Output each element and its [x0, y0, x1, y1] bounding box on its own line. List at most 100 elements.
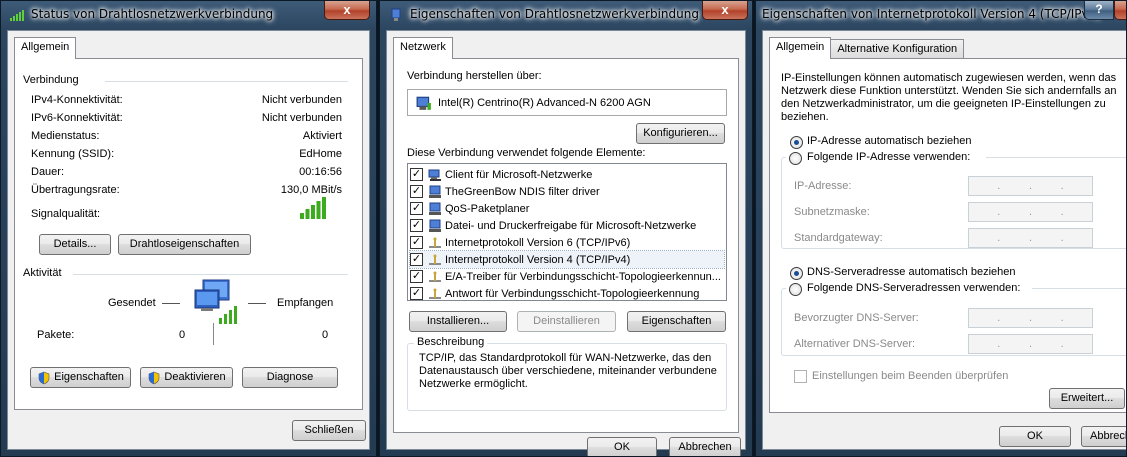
ok-button[interactable]: OK	[587, 437, 657, 456]
packets-sent-value: 0	[179, 329, 186, 341]
validate-label: Einstellungen beim Beenden überprüfen	[812, 370, 1009, 382]
ip-manual-label: Folgende IP-Adresse verwenden:	[807, 151, 971, 163]
cancel-button[interactable]: Abbrech	[1081, 426, 1126, 447]
status-window: Status von Drahtlosnetzwerkverbindung x …	[0, 0, 377, 457]
list-item[interactable]: ✓ TheGreenBow NDIS filter driver	[410, 183, 724, 200]
list-item[interactable]: ✓ QoS-Paketplaner	[410, 200, 724, 217]
signal-label: Signalqualität:	[31, 208, 101, 220]
adapter-name: Intel(R) Centrino(R) Advanced-N 6200 AGN	[438, 96, 651, 109]
item-checkbox[interactable]: ✓	[410, 253, 423, 266]
list-item-label: Antwort für Verbindungsschicht-Topologie…	[445, 287, 700, 300]
title-bar[interactable]: Eigenschaften von Drahtlosnetzwerkverbin…	[380, 1, 752, 29]
status-row-value: Nicht verbunden	[261, 94, 342, 106]
window-title: Eigenschaften von Internetprotokoll Vers…	[762, 7, 1101, 21]
item-checkbox[interactable]: ✓	[410, 202, 423, 215]
title-bar[interactable]: Status von Drahtlosnetzwerkverbindung x	[1, 1, 376, 29]
list-item[interactable]: ✓ E/A-Treiber für Verbindungsschicht-Topo…	[410, 268, 724, 285]
list-item[interactable]: ✓ Internetprotokoll Version 6 (TCP/IPv6)	[410, 234, 724, 251]
status-row-label: Medienstatus:	[31, 130, 100, 142]
network-service-icon	[429, 219, 441, 232]
status-row-value: Nicht verbunden	[261, 112, 342, 124]
item-checkbox[interactable]: ✓	[410, 168, 423, 181]
properties-window: Eigenschaften von Drahtlosnetzwerkverbin…	[379, 0, 753, 457]
sent-label: Gesendet	[108, 297, 156, 309]
list-item-label: QoS-Paketplaner	[445, 202, 530, 215]
list-item[interactable]: ✓ Antwort für Verbindungsschicht-Topologi…	[410, 285, 724, 300]
title-bar[interactable]: Eigenschaften von Internetprotokoll Vers…	[756, 1, 1126, 29]
network-service-icon	[429, 202, 441, 215]
dns-manual-radio[interactable]	[789, 283, 802, 296]
network-client-icon	[428, 169, 441, 181]
ip-address-input[interactable]: ...	[968, 176, 1093, 196]
uac-shield-icon	[38, 371, 50, 384]
properties-button[interactable]: Eigenschaften	[30, 367, 131, 388]
disable-button[interactable]: Deaktivieren	[140, 367, 233, 388]
tab-general[interactable]: Allgemein	[769, 37, 832, 59]
close-button[interactable]: x	[324, 1, 370, 20]
signal-icon	[10, 10, 24, 21]
list-item-label: Client für Microsoft-Netzwerke	[445, 168, 593, 181]
default-gateway-input[interactable]: ...	[968, 228, 1093, 248]
close-dialog-button[interactable]: Schließen	[292, 420, 366, 441]
status-row-label: IPv6-Konnektivität:	[31, 112, 123, 124]
status-row-value: Aktiviert	[302, 130, 342, 142]
install-button[interactable]: Installieren...	[409, 311, 507, 332]
items-label: Diese Verbindung verwendet folgende Elem…	[407, 147, 646, 159]
status-row-label: IPv4-Konnektivität:	[31, 94, 123, 106]
list-item[interactable]: ✓ Client für Microsoft-Netzwerke	[410, 166, 724, 183]
tab-general[interactable]: Allgemein	[14, 37, 77, 59]
subnet-mask-label: Subnetzmaske:	[794, 206, 870, 218]
tab-page: Verbindung IPv4-Konnektivität: Nicht verb…	[14, 58, 363, 410]
configure-button[interactable]: Konfigurieren...	[636, 123, 725, 144]
dns-manual-label: Folgende DNS-Serveradressen verwenden:	[807, 282, 1021, 294]
cancel-button[interactable]: Abbrechen	[669, 437, 741, 456]
list-item-label: E/A-Treiber für Verbindungsschicht-Topol…	[445, 270, 721, 283]
item-checkbox[interactable]: ✓	[410, 219, 423, 232]
protocol-icon	[429, 288, 441, 299]
network-adapter-icon	[416, 96, 431, 110]
description-text: TCP/IP, das Standardprotokoll für WAN-Ne…	[419, 352, 717, 390]
close-button[interactable]	[1114, 1, 1126, 20]
uninstall-button[interactable]: Deinstallieren	[517, 311, 616, 332]
dns-auto-radio[interactable]	[790, 267, 803, 280]
item-checkbox[interactable]: ✓	[410, 185, 423, 198]
tab-strip: Netzwerk	[393, 37, 453, 59]
tab-strip: Allgemein Alternative Konfiguration	[769, 37, 965, 59]
dns-manual-wrap: Folgende DNS-Serveradressen verwenden:	[786, 281, 1032, 296]
alternate-dns-input[interactable]: ...	[968, 334, 1093, 354]
ok-button[interactable]: OK	[999, 426, 1071, 447]
window-title: Status von Drahtlosnetzwerkverbindung	[31, 7, 274, 21]
adapter-box: Intel(R) Centrino(R) Advanced-N 6200 AGN	[407, 89, 727, 116]
tab-alternate-config[interactable]: Alternative Konfiguration	[830, 39, 965, 58]
list-item-label: Internetprotokoll Version 4 (TCP/IPv4)	[445, 253, 631, 266]
window-title: Eigenschaften von Drahtlosnetzwerkverbin…	[410, 7, 699, 21]
item-checkbox[interactable]: ✓	[410, 270, 423, 283]
list-item-label: Internetprotokoll Version 6 (TCP/IPv6)	[445, 236, 631, 249]
item-properties-button[interactable]: Eigenschaften	[627, 311, 726, 332]
advanced-button[interactable]: Erweitert...	[1049, 388, 1125, 409]
alternate-dns-label: Alternativer DNS-Server:	[794, 338, 916, 350]
components-list[interactable]: ✓ Client für Microsoft-Netzwerke ✓ TheGreen…	[407, 163, 727, 301]
ip-manual-radio[interactable]	[789, 152, 802, 165]
preferred-dns-label: Bevorzugter DNS-Server:	[794, 312, 919, 324]
help-button[interactable]: ?	[1084, 1, 1114, 20]
network-computers-icon	[194, 279, 237, 324]
intro-text: IP-Einstellungen können automatisch zuge…	[781, 72, 1117, 123]
validate-checkbox[interactable]	[794, 370, 807, 383]
ip-auto-label: IP-Adresse automatisch beziehen	[807, 135, 972, 147]
list-item[interactable]: ✓ Datei- und Druckerfreigabe für Microsof…	[410, 217, 724, 234]
tab-network[interactable]: Netzwerk	[393, 37, 453, 59]
list-item[interactable]: ✓ Internetprotokoll Version 4 (TCP/IPv4)	[409, 250, 725, 269]
diagnose-button[interactable]: Diagnose	[242, 367, 338, 388]
close-button[interactable]: x	[702, 1, 748, 20]
connection-group-label: Verbindung	[23, 74, 79, 86]
subnet-mask-input[interactable]: ...	[968, 202, 1093, 222]
ip-auto-radio[interactable]	[790, 136, 803, 149]
item-checkbox[interactable]: ✓	[410, 236, 423, 249]
disable-button-label: Deaktivieren	[164, 371, 226, 383]
preferred-dns-input[interactable]: ...	[968, 308, 1093, 328]
wireless-properties-button[interactable]: Drahtloseigenschaften	[118, 234, 251, 255]
details-button[interactable]: Details...	[39, 234, 111, 255]
item-checkbox[interactable]: ✓	[410, 287, 423, 300]
sent-line	[162, 303, 180, 304]
